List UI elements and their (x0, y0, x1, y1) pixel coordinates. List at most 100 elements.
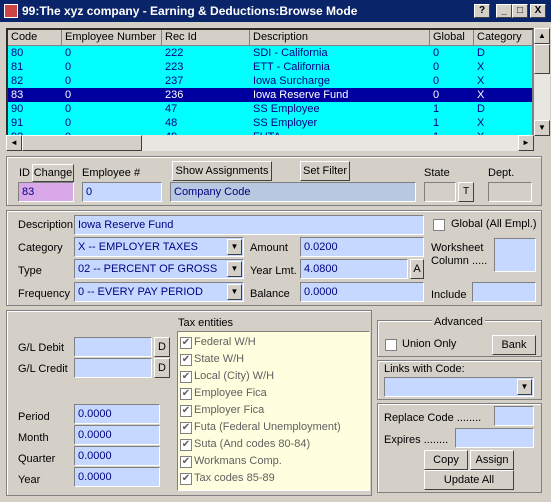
cell-category: D (477, 103, 485, 115)
dept-field[interactable] (488, 182, 532, 202)
quarter-field[interactable]: 0.0000 (74, 446, 160, 466)
table-row[interactable]: 91 0 48 SS Employer 1 X (8, 116, 532, 130)
gl-credit-d-button[interactable]: D (154, 358, 170, 378)
gl-debit-field[interactable] (74, 337, 152, 357)
balance-field[interactable]: 0.0000 (300, 282, 424, 302)
records-grid[interactable]: Code Employee Number Rec Id Description … (6, 28, 534, 150)
chevron-down-icon[interactable]: ▼ (227, 261, 242, 277)
update-all-button[interactable]: Update All (424, 470, 514, 490)
show-assignments-button[interactable]: Show Assignments (172, 161, 272, 181)
assign-button[interactable]: Assign (470, 450, 514, 470)
period-field[interactable]: 0.0000 (74, 404, 160, 424)
col-header-description[interactable]: Description (250, 30, 430, 46)
title-bar[interactable]: 99:The xyz company - Earning & Deduction… (0, 0, 551, 22)
checkbox-checked-icon[interactable]: ✔ (180, 371, 192, 383)
maximize-button[interactable]: □ (512, 4, 528, 18)
cell-employee: 0 (65, 47, 72, 59)
table-row[interactable]: 82 0 237 Iowa Surcharge 0 X (8, 74, 532, 88)
cell-global: 0 (433, 61, 440, 73)
checkbox-checked-icon[interactable]: ✔ (180, 388, 192, 400)
type-select[interactable]: 02 -- PERCENT OF GROSS ▼ (74, 259, 244, 279)
scroll-down-icon[interactable]: ▼ (534, 120, 550, 136)
worksheet-column-field[interactable] (494, 238, 536, 272)
include-label: Include (431, 289, 467, 301)
table-row[interactable]: 90 0 47 SS Employee 1 D (8, 102, 532, 116)
col-header-rec-id[interactable]: Rec Id (162, 30, 250, 46)
frequency-value: 0 -- EVERY PAY PERIOD (78, 286, 203, 298)
cell-rec-id: 237 (165, 75, 184, 87)
union-only-checkbox[interactable] (385, 339, 397, 351)
cell-employee: 0 (65, 117, 72, 129)
checkbox-checked-icon[interactable]: ✔ (180, 422, 192, 434)
checkbox-checked-icon[interactable]: ✔ (180, 439, 192, 451)
state-lookup-button[interactable]: T (458, 182, 474, 202)
month-field[interactable]: 0.0000 (74, 425, 160, 445)
scroll-right-icon[interactable]: ► (518, 135, 534, 151)
gl-debit-d-button[interactable]: D (154, 337, 170, 357)
col-header-employee-number[interactable]: Employee Number (62, 30, 162, 46)
copy-button[interactable]: Copy (424, 450, 468, 470)
cell-description: SS Employee (253, 103, 320, 115)
checkbox-checked-icon[interactable]: ✔ (180, 405, 192, 417)
checkbox-checked-icon[interactable]: ✔ (180, 354, 192, 366)
col-header-global[interactable]: Global (430, 30, 474, 46)
tax-entity-label: Employer Fica (194, 404, 265, 416)
links-with-code-select[interactable]: ▼ (384, 377, 534, 397)
minimize-button[interactable]: _ (496, 4, 512, 18)
cell-code: 81 (11, 61, 24, 73)
scroll-up-icon[interactable]: ▲ (534, 28, 550, 44)
year-field[interactable]: 0.0000 (74, 467, 160, 487)
global-checkbox[interactable] (433, 219, 445, 231)
expires-field[interactable] (455, 428, 534, 448)
cell-global: 1 (433, 103, 440, 115)
table-row[interactable]: 80 0 222 SDI - California 0 D (8, 46, 532, 60)
amount-field[interactable]: 0.0200 (300, 237, 424, 257)
table-row[interactable]: 81 0 223 ETT - California 0 X (8, 60, 532, 74)
cell-description: SS Employer (253, 117, 318, 129)
year-limit-field[interactable]: 4.0800 (300, 259, 408, 279)
employee-number-field[interactable]: 0 (82, 182, 162, 202)
include-field[interactable] (472, 282, 536, 302)
col-header-code[interactable]: Code (8, 30, 62, 46)
description-field[interactable]: Iowa Reserve Fund (74, 215, 424, 235)
help-button[interactable]: ? (474, 4, 490, 18)
checkbox-checked-icon[interactable]: ✔ (180, 456, 192, 468)
cell-global: 0 (433, 75, 440, 87)
cell-code: 82 (11, 75, 24, 87)
chevron-down-icon[interactable]: ▼ (227, 239, 242, 255)
tax-entity-label: Local (City) W/H (194, 370, 275, 382)
category-select[interactable]: X -- EMPLOYER TAXES ▼ (74, 237, 244, 257)
cell-rec-id: 48 (165, 117, 178, 129)
gl-credit-field[interactable] (74, 358, 152, 378)
year-limit-a-button[interactable]: A (410, 259, 424, 279)
close-button[interactable]: X (530, 4, 546, 18)
tax-entity-label: Federal W/H (194, 336, 256, 348)
replace-code-field[interactable] (494, 406, 534, 426)
checkbox-checked-icon[interactable]: ✔ (180, 337, 192, 349)
checkbox-checked-icon[interactable]: ✔ (180, 473, 192, 485)
scroll-thumb[interactable] (534, 44, 550, 74)
cell-category: X (477, 75, 485, 87)
cell-employee: 0 (65, 75, 72, 87)
cell-rec-id: 236 (165, 89, 184, 101)
category-value: X -- EMPLOYER TAXES (78, 241, 199, 253)
cell-description: ETT - California (253, 61, 330, 73)
scroll-thumb[interactable] (22, 135, 142, 151)
state-field[interactable] (424, 182, 456, 202)
id-field[interactable]: 83 (18, 182, 74, 202)
company-code-field: Company Code (170, 182, 416, 202)
frequency-select[interactable]: 0 -- EVERY PAY PERIOD ▼ (74, 282, 244, 302)
state-label: State (424, 167, 450, 179)
bank-button[interactable]: Bank (492, 335, 536, 355)
change-button[interactable]: Change (32, 164, 74, 182)
chevron-down-icon[interactable]: ▼ (227, 284, 242, 300)
col-header-category[interactable]: Category (474, 30, 532, 46)
table-row-selected[interactable]: 83 0 236 Iowa Reserve Fund 0 X (8, 88, 532, 102)
vertical-scrollbar[interactable]: ▲ ▼ (534, 28, 550, 136)
set-filter-button[interactable]: Set Filter (300, 161, 350, 181)
chevron-down-icon[interactable]: ▼ (517, 379, 532, 395)
horizontal-scrollbar[interactable]: ◄ ► (6, 135, 534, 151)
scroll-left-icon[interactable]: ◄ (6, 135, 22, 151)
tax-entities-list[interactable]: ✔ Federal W/H ✔ State W/H ✔ Local (City) W/… (177, 331, 370, 491)
cell-description: SDI - California (253, 47, 328, 59)
